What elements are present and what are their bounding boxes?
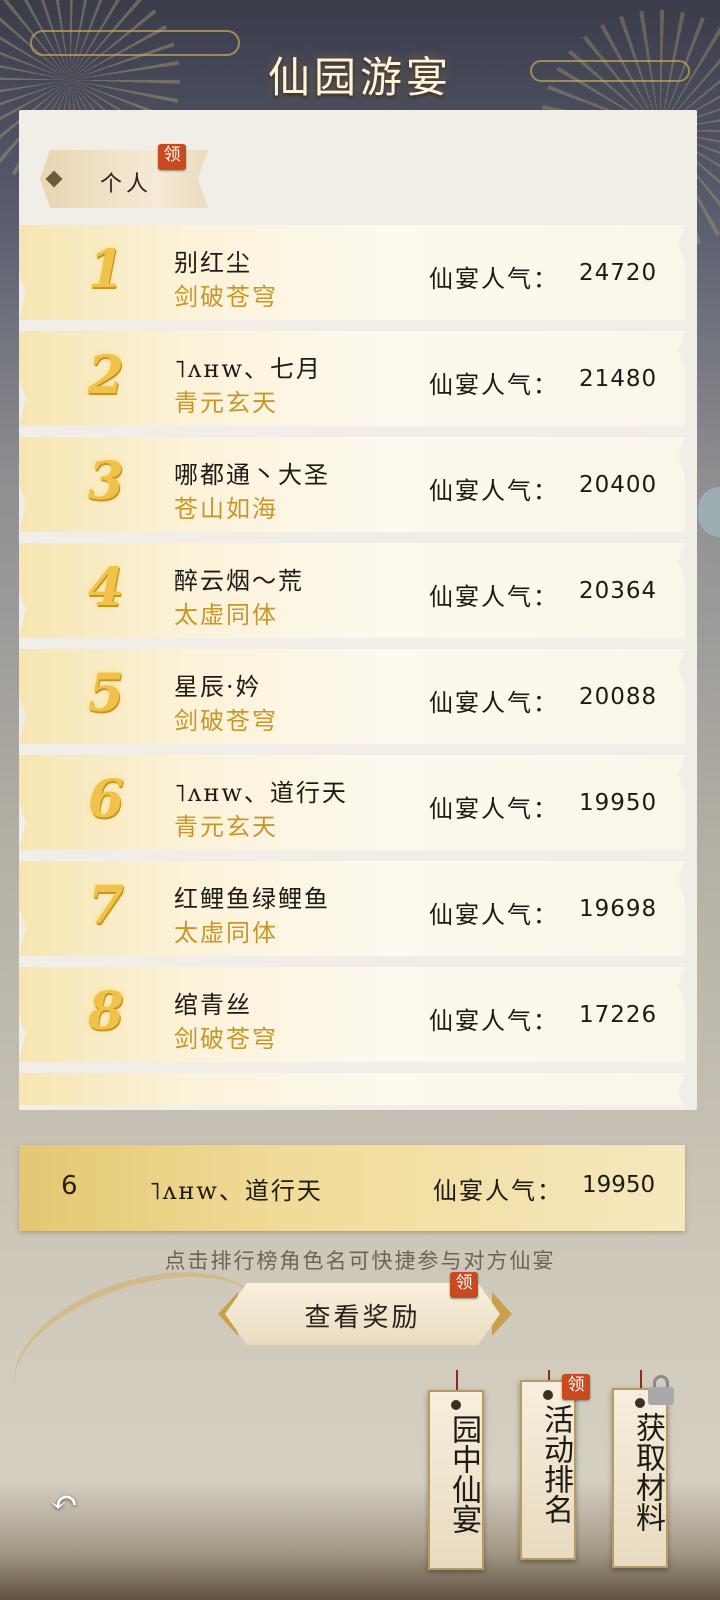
rank-number: 5 bbox=[87, 663, 125, 724]
popularity-value: 19950 bbox=[579, 790, 658, 816]
view-rewards-label[interactable]: 查看奖励 bbox=[225, 1297, 500, 1334]
rank-number: 3 bbox=[87, 451, 125, 512]
leaderboard-list[interactable]: 1 别红尘 剑破苍穹 仙宴人气： 24720 2 ˥ʌʜw、七月 青元玄天 仙宴… bbox=[19, 225, 689, 1105]
guild-name: 太虚同体 bbox=[174, 919, 278, 947]
leaderboard-row-partial bbox=[19, 1073, 685, 1105]
popularity-value: 24720 bbox=[579, 260, 658, 286]
guild-name: 苍山如海 bbox=[174, 495, 278, 523]
player-name[interactable]: 星辰·妗 bbox=[174, 667, 262, 702]
popularity-value: 17226 bbox=[579, 1002, 658, 1028]
lock-icon bbox=[648, 1375, 674, 1405]
claim-badge: 领 bbox=[158, 144, 186, 170]
hint-text: 点击排行榜角色名可快捷参与对方仙宴 bbox=[164, 1249, 556, 1273]
claim-badge: 领 bbox=[450, 1272, 478, 1298]
leaderboard-row: 8 绾青丝 剑破苍穹 仙宴人气： 17226 bbox=[19, 967, 685, 1062]
player-name[interactable]: 红鲤鱼绿鲤鱼 bbox=[174, 879, 330, 914]
my-popularity-value: 19950 bbox=[582, 1172, 656, 1198]
claim-badge: 领 bbox=[562, 1374, 590, 1400]
popularity-label: 仙宴人气： bbox=[429, 583, 559, 611]
guild-name: 青元玄天 bbox=[174, 389, 278, 417]
player-name[interactable]: 哪都通丶大圣 bbox=[174, 455, 330, 490]
rank-number: 7 bbox=[87, 875, 125, 936]
popularity-label: 仙宴人气： bbox=[429, 477, 559, 505]
rank-number: 2 bbox=[87, 345, 125, 406]
popularity-label: 仙宴人气： bbox=[429, 265, 559, 293]
guild-name: 太虚同体 bbox=[174, 601, 278, 629]
popularity-value: 20088 bbox=[579, 684, 658, 710]
tag-get-materials[interactable]: 获取材料 bbox=[612, 1388, 668, 1568]
popularity-label: 仙宴人气： bbox=[429, 795, 559, 823]
tag-event-ranking[interactable]: 活动排名 bbox=[520, 1380, 576, 1560]
tag-event-ranking-label[interactable]: 活动排名 bbox=[522, 1404, 574, 1524]
leaderboard-row: 7 红鲤鱼绿鲤鱼 太虚同体 仙宴人气： 19698 bbox=[19, 861, 685, 956]
tag-hole bbox=[543, 1390, 553, 1400]
guild-name: 剑破苍穹 bbox=[174, 707, 278, 735]
leaderboard-row: 2 ˥ʌʜw、七月 青元玄天 仙宴人气： 21480 bbox=[19, 331, 685, 426]
popularity-value: 20364 bbox=[579, 578, 658, 604]
leaderboard-row: 1 别红尘 剑破苍穹 仙宴人气： 24720 bbox=[19, 225, 685, 320]
leaderboard-row: 6 ˥ʌʜw、道行天 青元玄天 仙宴人气： 19950 bbox=[19, 755, 685, 850]
popularity-label: 仙宴人气： bbox=[429, 689, 559, 717]
leaderboard-row: 5 星辰·妗 剑破苍穹 仙宴人气： 20088 bbox=[19, 649, 685, 744]
tag-garden-banquet[interactable]: 园中仙宴 bbox=[428, 1390, 484, 1570]
my-rank-number: 6 bbox=[61, 1171, 78, 1201]
popularity-label: 仙宴人气： bbox=[429, 371, 559, 399]
side-drawer-handle[interactable] bbox=[698, 487, 720, 537]
popularity-value: 20400 bbox=[579, 472, 658, 498]
popularity-value: 21480 bbox=[579, 366, 658, 392]
swoosh-decoration bbox=[0, 1243, 286, 1457]
player-name[interactable]: ˥ʌʜw、道行天 bbox=[174, 773, 348, 808]
popularity-value: 19698 bbox=[579, 896, 658, 922]
back-arrow-icon[interactable]: ↶ bbox=[40, 1485, 88, 1521]
tag-get-materials-label[interactable]: 获取材料 bbox=[614, 1412, 666, 1532]
leaderboard-row: 4 醉云烟～荒 太虚同体 仙宴人气： 20364 bbox=[19, 543, 685, 638]
rank-number: 4 bbox=[87, 557, 125, 618]
rank-number: 8 bbox=[87, 981, 125, 1042]
my-rank-row: 6 ˥ʌʜw、道行天 仙宴人气： 19950 bbox=[19, 1145, 685, 1231]
tag-garden-banquet-label[interactable]: 园中仙宴 bbox=[430, 1414, 482, 1534]
my-player-name: ˥ʌʜw、道行天 bbox=[149, 1177, 323, 1205]
guild-name: 剑破苍穹 bbox=[174, 283, 278, 311]
my-popularity-label: 仙宴人气： bbox=[433, 1177, 563, 1205]
player-name[interactable]: 醉云烟～荒 bbox=[174, 561, 304, 596]
tag-hole bbox=[451, 1400, 461, 1410]
popularity-label: 仙宴人气： bbox=[429, 901, 559, 929]
guild-name: 剑破苍穹 bbox=[174, 1025, 278, 1053]
leaderboard-row: 3 哪都通丶大圣 苍山如海 仙宴人气： 20400 bbox=[19, 437, 685, 532]
rank-number: 6 bbox=[87, 769, 125, 830]
tab-personal-label[interactable]: 个人 bbox=[100, 166, 152, 198]
rank-number: 1 bbox=[87, 239, 125, 300]
player-name[interactable]: 别红尘 bbox=[174, 243, 252, 278]
player-name[interactable]: 绾青丝 bbox=[174, 985, 252, 1020]
player-name[interactable]: ˥ʌʜw、七月 bbox=[174, 349, 322, 384]
popularity-label: 仙宴人气： bbox=[429, 1007, 559, 1035]
page-title: 仙园游宴 bbox=[267, 53, 452, 102]
guild-name: 青元玄天 bbox=[174, 813, 278, 841]
tag-hole bbox=[635, 1398, 645, 1408]
